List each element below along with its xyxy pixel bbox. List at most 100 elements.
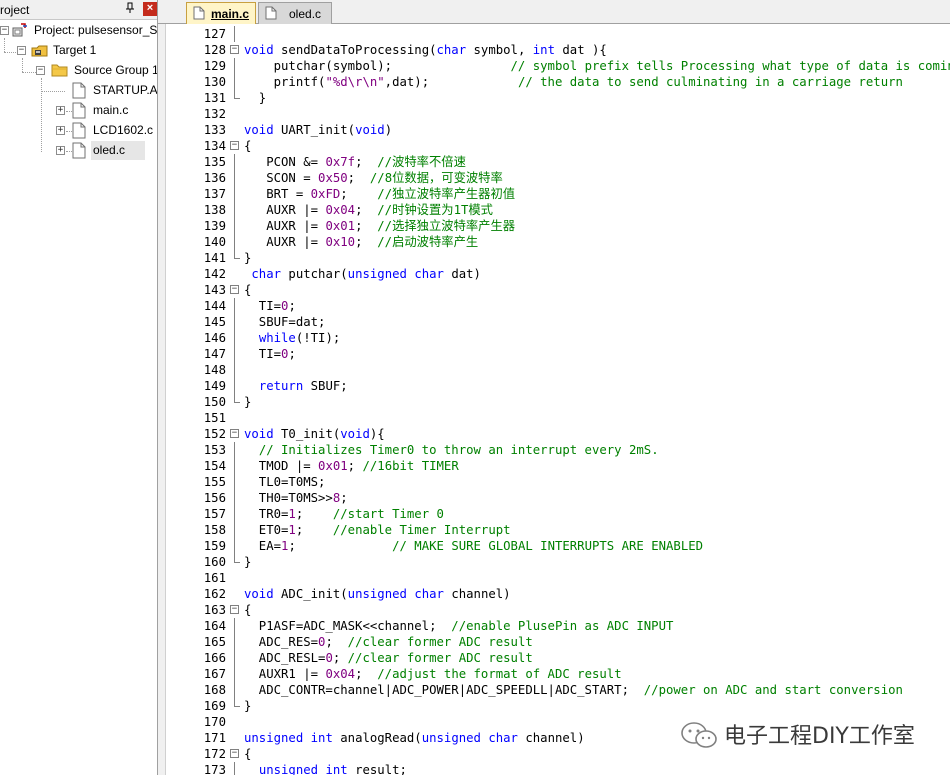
code-line[interactable]: 139 AUXR |= 0x01; //选择独立波特率产生器	[166, 218, 950, 234]
code-line[interactable]: 168 ADC_CONTR=channel|ADC_POWER|ADC_SPEE…	[166, 682, 950, 698]
code-line[interactable]: 140 AUXR |= 0x10; //启动波特率产生	[166, 234, 950, 250]
fold-guide	[234, 762, 235, 775]
fold-toggle-icon[interactable]: −	[230, 749, 239, 758]
line-number: 167	[203, 667, 226, 681]
fold-guide	[234, 362, 235, 378]
tree-connector	[22, 72, 36, 73]
line-number: 136	[203, 171, 226, 185]
tree-item-label: main.c	[93, 103, 129, 117]
code-line[interactable]: 133 void UART_init(void)	[166, 122, 950, 138]
code-line[interactable]: 156 TH0=T0MS>>8;	[166, 490, 950, 506]
code-line[interactable]: 145 SBUF=dat;	[166, 314, 950, 330]
project-icon	[12, 23, 27, 37]
fold-toggle-icon[interactable]: −	[230, 429, 239, 438]
line-number: 137	[203, 187, 226, 201]
code-line[interactable]: 147 TI=0;	[166, 346, 950, 362]
code-line[interactable]: 128− void sendDataToProcessing(char symbo…	[166, 42, 950, 58]
code-line[interactable]: 154 TMOD |= 0x01; //16bit TIMER	[166, 458, 950, 474]
line-number: 146	[203, 331, 226, 345]
code-line[interactable]: 138 AUXR |= 0x04; //时钟设置为1T模式	[166, 202, 950, 218]
code-line[interactable]: 141}	[166, 250, 950, 266]
line-number: 154	[203, 459, 226, 473]
code-line[interactable]: 167 AUXR1 |= 0x04; //adjust the format o…	[166, 666, 950, 682]
code-line[interactable]: 162 void ADC_init(unsigned char channel)	[166, 586, 950, 602]
code-line[interactable]: 163−{	[166, 602, 950, 618]
tree-item-label: Target 1	[53, 43, 97, 57]
fold-guide	[234, 74, 235, 90]
code-line[interactable]: 169}	[166, 698, 950, 714]
code-line[interactable]: 149 return SBUF;	[166, 378, 950, 394]
fold-guide	[234, 314, 235, 330]
code-line[interactable]: 134−{	[166, 138, 950, 154]
code-line[interactable]: 153 // Initializes Timer0 to throw an in…	[166, 442, 950, 458]
tab-label: oled.c	[289, 7, 322, 21]
code-line[interactable]: 136 SCON = 0x50; //8位数据，可变波特率	[166, 170, 950, 186]
fold-end	[234, 250, 240, 259]
code-text: char putchar(unsigned char dat)	[251, 267, 481, 281]
code-line[interactable]: 152− void T0_init(void){	[166, 426, 950, 442]
panel-header: roject ×	[0, 0, 157, 20]
target-icon	[31, 45, 48, 57]
fold-guide	[234, 186, 235, 202]
file-icon	[72, 122, 86, 139]
code-line[interactable]: 132	[166, 106, 950, 122]
pin-icon[interactable]	[124, 2, 136, 16]
tab-oled-c[interactable]: oled.c	[258, 2, 332, 24]
code-line[interactable]: 131 }	[166, 90, 950, 106]
code-text: TI=0;	[244, 347, 296, 361]
watermark-text: 电子工程DIY工作室	[724, 724, 915, 749]
code-line[interactable]: 173 unsigned int result;	[166, 762, 950, 775]
code-line[interactable]: 164 P1ASF=ADC_MASK<<channel; //enable Pl…	[166, 618, 950, 634]
code-line[interactable]: 129 putchar(symbol); // symbol prefix te…	[166, 58, 950, 74]
fold-toggle-icon[interactable]: −	[230, 45, 239, 54]
line-number: 135	[203, 155, 226, 169]
expand-icon[interactable]: +	[56, 106, 65, 115]
code-area[interactable]: 127 128− void sendDataToProcessing(char sy…	[166, 26, 950, 775]
fold-guide	[234, 234, 235, 250]
collapse-icon[interactable]: −	[36, 66, 45, 75]
code-line[interactable]: 166 ADC_RESL=0; //clear former ADC resul…	[166, 650, 950, 666]
code-line[interactable]: 130 printf("%d\r\n",dat); // the data to…	[166, 74, 950, 90]
close-panel-button[interactable]: ×	[143, 2, 157, 16]
fold-toggle-icon[interactable]: −	[230, 285, 239, 294]
code-text: AUXR |= 0x04; //时钟设置为1T模式	[244, 203, 493, 217]
line-number: 153	[203, 443, 226, 457]
code-line[interactable]: 165 ADC_RES=0; //clear former ADC result	[166, 634, 950, 650]
panel-title: roject	[0, 3, 30, 17]
fold-toggle-icon[interactable]: −	[230, 605, 239, 614]
code-line[interactable]: 127	[166, 26, 950, 42]
code-line[interactable]: 150}	[166, 394, 950, 410]
fold-guide	[234, 666, 235, 682]
code-line[interactable]: 161	[166, 570, 950, 586]
collapse-icon[interactable]: −	[0, 26, 9, 35]
code-line[interactable]: 158 ET0=1; //enable Timer Interrupt	[166, 522, 950, 538]
code-line[interactable]: 151	[166, 410, 950, 426]
code-line[interactable]: 148	[166, 362, 950, 378]
tab-main-c[interactable]: main.c	[186, 2, 256, 24]
code-line[interactable]: 160}	[166, 554, 950, 570]
code-line[interactable]: 142 char putchar(unsigned char dat)	[166, 266, 950, 282]
code-line[interactable]: 135 PCON &= 0x7f; //波特率不倍速	[166, 154, 950, 170]
line-number: 158	[203, 523, 226, 537]
code-line[interactable]: 137 BRT = 0xFD; //独立波特率产生器初值	[166, 186, 950, 202]
code-line[interactable]: 155 TL0=T0MS;	[166, 474, 950, 490]
code-line[interactable]: 157 TR0=1; //start Timer 0	[166, 506, 950, 522]
code-editor[interactable]: 127 128− void sendDataToProcessing(char sy…	[158, 24, 950, 775]
code-text: ADC_RESL=0; //clear former ADC result	[244, 651, 533, 665]
code-line[interactable]: 159 EA=1; // MAKE SURE GLOBAL INTERRUPTS…	[166, 538, 950, 554]
expand-icon[interactable]: +	[56, 126, 65, 135]
code-text: ADC_RES=0; //clear former ADC result	[244, 635, 533, 649]
fold-toggle-icon[interactable]: −	[230, 141, 239, 150]
code-line[interactable]: 146 while(!TI);	[166, 330, 950, 346]
expand-icon[interactable]: +	[56, 146, 65, 155]
code-line[interactable]: 144 TI=0;	[166, 298, 950, 314]
watermark: 电子工程DIY工作室	[680, 718, 950, 750]
line-number: 140	[203, 235, 226, 249]
fold-guide	[234, 58, 235, 74]
code-line[interactable]: 143−{	[166, 282, 950, 298]
line-number: 145	[203, 315, 226, 329]
wechat-icon	[681, 722, 717, 748]
line-number: 149	[203, 379, 226, 393]
tree-connector	[22, 58, 23, 72]
collapse-icon[interactable]: −	[17, 46, 26, 55]
